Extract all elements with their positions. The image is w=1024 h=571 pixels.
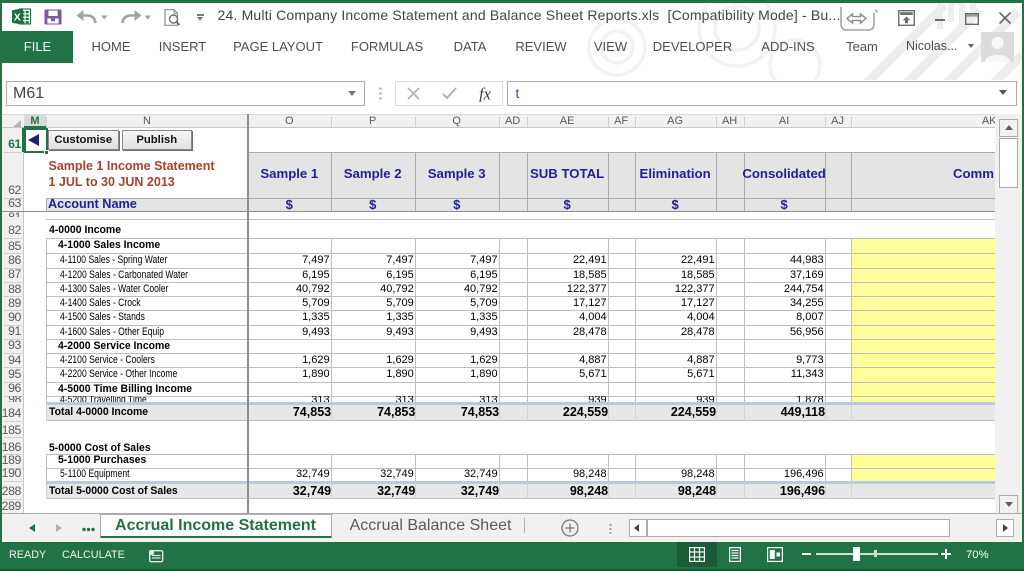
- svg-text:fx: fx: [479, 85, 492, 102]
- svg-text:X: X: [14, 12, 21, 24]
